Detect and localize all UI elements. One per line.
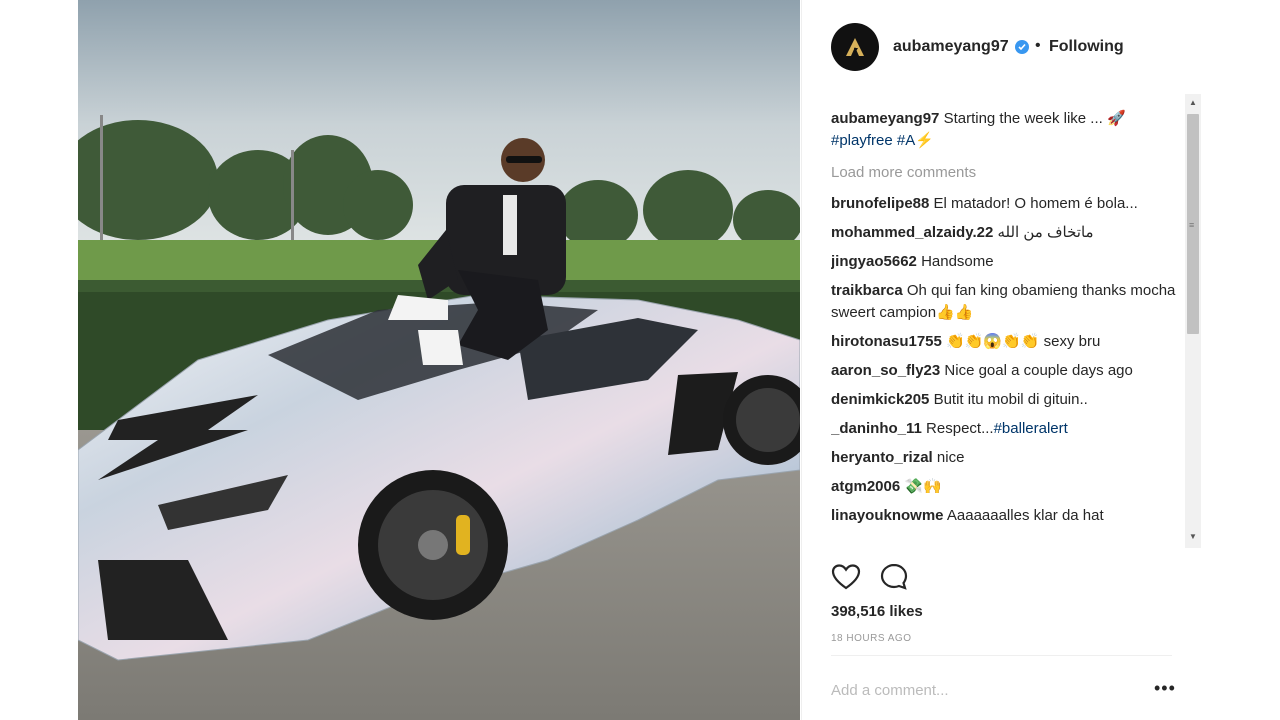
post-photo[interactable] bbox=[78, 0, 800, 720]
comment-item: denimkick205 Butit itu mobil di gituin.. bbox=[831, 389, 1181, 411]
scroll-up-arrow[interactable]: ▲ bbox=[1189, 98, 1197, 107]
comment-username[interactable]: jingyao5662 bbox=[831, 253, 917, 270]
hashtag-link[interactable]: #balleralert bbox=[994, 420, 1068, 437]
following-button[interactable]: Following bbox=[1049, 38, 1124, 56]
comment-item: linayouknowme Aaaaaaalles klar da hat bbox=[831, 505, 1181, 527]
comment-text: Nice goal a couple days ago bbox=[944, 362, 1133, 379]
comment-username[interactable]: linayouknowme bbox=[831, 507, 944, 524]
comment-username[interactable]: aaron_so_fly23 bbox=[831, 362, 940, 379]
load-more-comments-link[interactable]: Load more comments bbox=[831, 162, 1181, 184]
comment-icon bbox=[880, 563, 908, 590]
post-timestamp: 18 HOURS AGO bbox=[831, 633, 912, 644]
aubameyang-logo-icon bbox=[846, 38, 864, 56]
comments-list: aubameyang97 Starting the week like ... … bbox=[831, 108, 1181, 548]
add-comment-input[interactable] bbox=[831, 676, 1131, 704]
post-caption: aubameyang97 Starting the week like ... … bbox=[831, 108, 1181, 152]
post-details-panel: aubameyang97 • Following aubameyang97 St… bbox=[801, 0, 1201, 720]
comment-text: Aaaaaaalles klar da hat bbox=[946, 507, 1104, 524]
comment-username[interactable]: atgm2006 bbox=[831, 478, 900, 495]
heart-icon bbox=[831, 564, 861, 590]
comment-text: ماتخاف من الله bbox=[997, 224, 1094, 241]
comment-item: mohammed_alzaidy.22 ماتخاف من الله bbox=[831, 222, 1181, 244]
comment-username[interactable]: heryanto_rizal bbox=[831, 449, 933, 466]
comment-item: brunofelipe88 El matador! O homem é bola… bbox=[831, 193, 1181, 215]
comment-username[interactable]: brunofelipe88 bbox=[831, 195, 929, 212]
comment-text: 👏👏😱👏👏 sexy bru bbox=[946, 333, 1101, 350]
post-header: aubameyang97 • Following bbox=[802, 0, 1201, 94]
comment-button[interactable] bbox=[879, 562, 909, 592]
hashtag-link[interactable]: #playfree bbox=[831, 132, 893, 149]
comment-username[interactable]: denimkick205 bbox=[831, 391, 929, 408]
comment-username[interactable]: _daninho_11 bbox=[831, 420, 922, 437]
scroll-grip-icon: ≡ bbox=[1189, 220, 1195, 230]
verified-badge-icon bbox=[1015, 40, 1029, 54]
photo-illustration bbox=[78, 0, 800, 720]
comment-text: 💸🙌 bbox=[904, 478, 942, 495]
comment-item: traikbarca Oh qui fan king obamieng than… bbox=[831, 280, 1181, 324]
caption-username[interactable]: aubameyang97 bbox=[831, 110, 939, 127]
comment-username[interactable]: hirotonasu1755 bbox=[831, 333, 942, 350]
comment-username[interactable]: traikbarca bbox=[831, 282, 903, 299]
comment-text: Handsome bbox=[921, 253, 994, 270]
separator-dot: • bbox=[1035, 37, 1041, 54]
avatar[interactable] bbox=[831, 23, 879, 71]
divider bbox=[831, 655, 1172, 656]
comment-item: _daninho_11 Respect...#balleralert bbox=[831, 418, 1181, 440]
likes-count[interactable]: 398,516 likes bbox=[831, 603, 923, 620]
comment-item: atgm2006 💸🙌 bbox=[831, 476, 1181, 498]
comment-item: heryanto_rizal nice bbox=[831, 447, 1181, 469]
scroll-down-arrow[interactable]: ▼ bbox=[1189, 532, 1197, 541]
hashtag-link[interactable]: #A⚡ bbox=[897, 132, 934, 149]
like-button[interactable] bbox=[831, 562, 861, 592]
comment-text: nice bbox=[936, 449, 965, 466]
comment-username[interactable]: mohammed_alzaidy.22 bbox=[831, 224, 993, 241]
post-author-username[interactable]: aubameyang97 bbox=[893, 38, 1009, 56]
comment-text: Butit itu mobil di gituin.. bbox=[933, 391, 1088, 408]
caption-text: Starting the week like ... 🚀 bbox=[943, 110, 1126, 127]
comments-scrollbar[interactable]: ▲ ≡ ▼ bbox=[1185, 94, 1201, 548]
comment-item: jingyao5662 Handsome bbox=[831, 251, 1181, 273]
comment-item: aaron_so_fly23 Nice goal a couple days a… bbox=[831, 360, 1181, 382]
comment-item: hirotonasu1755 👏👏😱👏👏 sexy bru bbox=[831, 331, 1181, 353]
comment-text: El matador! O homem é bola... bbox=[933, 195, 1138, 212]
more-options-icon[interactable]: ••• bbox=[1154, 678, 1176, 699]
comment-text: Respect... bbox=[926, 420, 994, 437]
